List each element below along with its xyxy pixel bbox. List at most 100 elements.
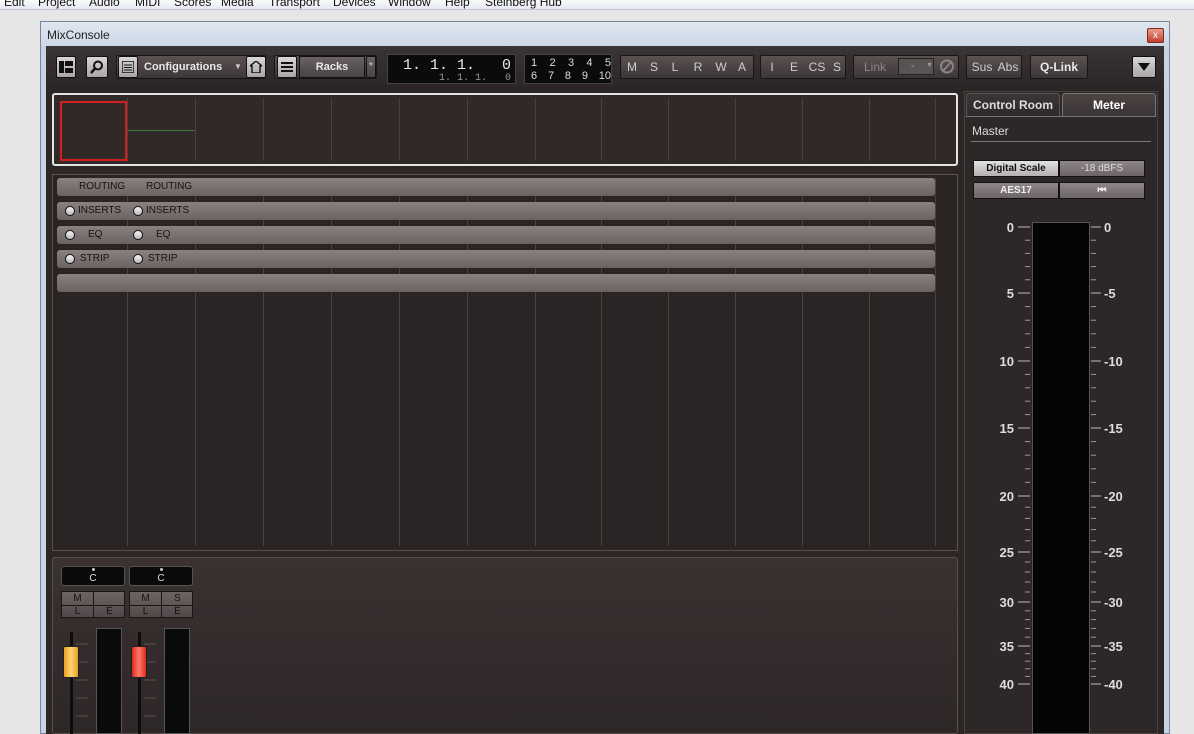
visibility-7[interactable]: 7 [548,70,554,82]
write-all-button[interactable]: W [714,56,728,78]
mute-ch1-button[interactable]: M [62,592,94,606]
rack-eq-ch1[interactable]: EQ [88,226,102,244]
rack-routing-ch2[interactable]: ROUTING [146,178,192,196]
listen-ch2-button[interactable]: L [130,605,162,618]
menu-help[interactable]: Help [445,0,470,9]
mute-all-button[interactable]: M [625,56,639,78]
menu-project[interactable]: Project [38,0,75,9]
rack-inserts-ch2[interactable]: INSERTS [146,202,189,220]
overview-divider [735,98,736,161]
visibility-2[interactable]: 2 [549,57,555,69]
meter-scale-label-right: -30 [1104,595,1123,610]
absolute-button[interactable]: Abs [996,56,1020,78]
eq-ch1-bypass-radio[interactable] [65,230,75,240]
menu-midi[interactable]: MIDI [135,0,160,9]
overview-divider [535,98,536,161]
rack-strip-ch1[interactable]: STRIP [80,250,109,268]
menu-transport[interactable]: Transport [269,0,320,9]
inserts-ch2-bypass-radio[interactable] [133,206,143,216]
menu-media[interactable]: Media [221,0,254,9]
meter-scale-label-left: 40 [1000,677,1014,692]
inserts-ch1-bypass-radio[interactable] [65,206,75,216]
pan-ch1[interactable]: C [61,566,125,586]
master-separator [971,141,1151,142]
visibility-3[interactable]: 3 [568,57,574,69]
overview-divider [331,98,332,161]
visibility-9[interactable]: 9 [582,70,588,82]
left-zone-button[interactable] [56,56,76,78]
qlink-button[interactable]: Q-Link [1031,56,1087,78]
reset-meter-button[interactable]: ⏮ [1059,182,1145,199]
qlink-group: Q-Link [1030,55,1088,79]
auto-all-button[interactable]: A [736,56,748,78]
edit-ch1-button[interactable]: E [94,605,125,618]
menu-devices[interactable]: Devices [333,0,376,9]
solo-all-button[interactable]: S [648,56,660,78]
cs-bypass-button[interactable]: CS [807,56,827,78]
sus-abs-group: Sus Abs [966,55,1022,79]
skip-back-icon: ⏮ [1097,185,1107,196]
strip-ch1-bypass-radio[interactable] [65,254,75,264]
menu-steinberg-hub[interactable]: Steinberg Hub [485,0,562,9]
tab-meter[interactable]: Meter [1062,93,1156,117]
menu-scores[interactable]: Scores [174,0,211,9]
overview-divider [935,98,936,161]
menu-window[interactable]: Window [388,0,431,9]
inserts-bypass-button[interactable]: I [767,56,777,78]
edit-ch2-button[interactable]: E [162,605,193,618]
iecs-group: I E CS S [760,55,846,79]
channel-divider [935,178,936,546]
visibility-6[interactable]: 6 [531,70,537,82]
racks-menu-button[interactable] [277,56,297,78]
channel-visibility-grid[interactable]: 1 2 3 4 5 6 7 8 9 10 [524,54,612,84]
rack-eq-ch2[interactable]: EQ [156,226,170,244]
sends-bypass-button[interactable]: S [831,56,843,78]
visibility-4[interactable]: 4 [586,57,592,69]
racks-extra-button[interactable]: * [366,56,376,78]
visibility-10[interactable]: 10 [599,70,611,82]
time-display[interactable]: 1. 1. 1. 0 1. 1. 1. 0 [387,54,516,84]
listen-all-button[interactable]: L [669,56,681,78]
unlink-icon[interactable] [939,58,955,75]
listen-ch1-button[interactable]: L [62,605,94,618]
aes17-button[interactable]: AES17 [973,182,1059,199]
visibility-8[interactable]: 8 [565,70,571,82]
chevron-down-icon: ▼ [234,62,242,71]
solo-ch2-button[interactable]: S [162,592,193,606]
read-all-button[interactable]: R [692,56,704,78]
rack-strip-ch2[interactable]: STRIP [148,250,177,268]
rack-routing-ch1[interactable]: ROUTING [79,178,125,196]
time-primary: 1. 1. 1. 0 [402,57,511,74]
rack-inserts-ch1[interactable]: INSERTS [78,202,121,220]
configurations-dropdown[interactable]: Configurations [140,56,244,78]
visibility-5[interactable]: 5 [605,57,611,69]
search-button[interactable] [86,56,108,78]
functions-menu-button[interactable] [1132,56,1156,78]
rack-row-empty[interactable] [57,274,935,292]
fader-handle-ch1[interactable] [63,646,79,678]
menu-edit[interactable]: Edit [4,0,25,9]
digital-scale-button[interactable]: Digital Scale [973,160,1059,177]
fader-handle-ch2[interactable] [131,646,147,678]
eq-ch2-bypass-radio[interactable] [133,230,143,240]
mute-ch2-button[interactable]: M [130,592,162,606]
title-bar[interactable] [41,22,1169,46]
racks-button[interactable]: Racks [299,56,365,78]
menu-audio[interactable]: Audio [89,0,120,9]
home-config-button[interactable] [246,56,266,78]
pan-ch2-value: C [157,573,165,584]
configurations-menu-button[interactable] [118,56,138,78]
close-button[interactable]: x [1147,28,1164,43]
search-icon [90,60,103,74]
suspend-button[interactable]: Sus [970,56,994,78]
overview-visible-selection[interactable] [60,101,127,161]
solo-ch1-button[interactable] [94,592,125,606]
overview-divider [869,98,870,161]
pan-ch2[interactable]: C [129,566,193,586]
strip-ch2-bypass-radio[interactable] [133,254,143,264]
eq-bypass-button[interactable]: E [788,56,800,78]
dbfs-scale-button[interactable]: -18 dBFS [1059,160,1145,177]
visibility-1[interactable]: 1 [531,57,537,69]
link-button[interactable]: Link [860,56,890,78]
tab-control-room[interactable]: Control Room [966,93,1060,117]
